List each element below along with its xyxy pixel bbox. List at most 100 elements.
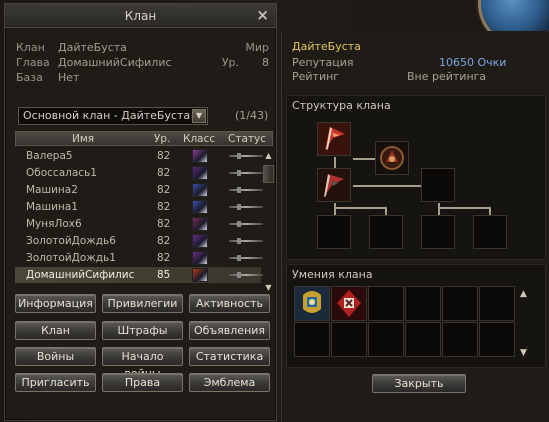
status-icon xyxy=(229,272,263,278)
skill-slot[interactable] xyxy=(368,322,404,357)
rights-button[interactable]: Права xyxy=(102,373,183,392)
base-label: База xyxy=(16,71,43,84)
royal-guard-slot-1[interactable] xyxy=(317,168,351,202)
table-row[interactable]: Машина2 82 xyxy=(15,182,263,198)
member-name: Машина2 xyxy=(26,184,78,196)
leader-label: Глава xyxy=(16,56,50,69)
member-level: 82 xyxy=(157,184,171,196)
fines-button[interactable]: Штрафы xyxy=(102,321,183,340)
member-scrollbar[interactable]: ▲ ▼ xyxy=(263,147,274,293)
clan-detail-panel: ДайтеБуста Репутация 10650 Очки Рейтинг … xyxy=(281,31,549,422)
member-name: Обоссалась1 xyxy=(26,167,97,179)
status-icon xyxy=(229,187,263,193)
announcements-button[interactable]: Объявления xyxy=(189,321,270,340)
skill-slot[interactable] xyxy=(442,322,478,357)
table-row[interactable]: МуняЛох6 82 xyxy=(15,216,263,232)
emblem-button[interactable]: Эмблема xyxy=(189,373,270,392)
member-name: ДомашнийСифилис xyxy=(26,269,135,281)
status-icon xyxy=(229,204,263,210)
clan-flag-icon xyxy=(318,123,350,155)
skill-slot[interactable] xyxy=(405,322,441,357)
structure-connector xyxy=(353,158,375,160)
structure-connector xyxy=(334,203,336,215)
academy-slot[interactable] xyxy=(375,141,409,175)
member-level: 82 xyxy=(157,252,171,264)
structure-connector xyxy=(334,157,336,168)
status-icon xyxy=(229,255,263,261)
column-class[interactable]: Класс xyxy=(183,133,215,145)
skill-slot[interactable] xyxy=(479,286,515,321)
table-row[interactable]: ДомашнийСифилис 85 xyxy=(15,267,263,283)
title-bar[interactable]: Клан × xyxy=(5,4,276,28)
knight-slot-4[interactable] xyxy=(473,215,507,249)
status-icon xyxy=(229,238,263,244)
skills-scroll-up-icon[interactable]: ▲ xyxy=(520,289,527,299)
reputation-label: Репутация xyxy=(292,56,354,69)
class-icon xyxy=(192,149,208,163)
skills-scroll-down-icon[interactable]: ▼ xyxy=(520,348,527,358)
skill-slot[interactable] xyxy=(331,322,367,357)
status-icon xyxy=(229,153,263,159)
skill-slot[interactable] xyxy=(479,322,515,357)
subclan-select[interactable]: Основной клан - ДайтеБуста ▼ xyxy=(18,107,208,125)
member-table-body: Валера5 82 Обоссалась1 82 Машина2 82 Машина1 82… xyxy=(15,147,263,293)
activity-button[interactable]: Активность xyxy=(189,294,270,313)
clan-structure-section: Структура клана xyxy=(286,95,546,260)
start-war-button[interactable]: Начало войны xyxy=(102,347,183,380)
royal-guard-slot-2[interactable] xyxy=(421,168,455,202)
skill-slot[interactable] xyxy=(442,286,478,321)
member-name: Машина1 xyxy=(26,201,78,213)
skill-slot[interactable] xyxy=(294,322,330,357)
wars-button[interactable]: Войны xyxy=(15,347,96,366)
knight-slot-2[interactable] xyxy=(369,215,403,249)
base-value: Нет xyxy=(58,71,80,84)
table-row[interactable]: ЗолотойДождь1 82 xyxy=(15,250,263,266)
scroll-thumb[interactable] xyxy=(263,165,274,183)
class-icon xyxy=(192,251,208,265)
privileges-button[interactable]: Привилегии xyxy=(102,294,183,313)
member-name: Валера5 xyxy=(26,150,73,162)
column-status[interactable]: Статус xyxy=(228,133,266,145)
clan-value: ДайтеБуста xyxy=(58,41,127,54)
structure-connector xyxy=(438,203,440,215)
world-label: Мир xyxy=(245,41,269,54)
skill-slot[interactable] xyxy=(294,286,330,321)
main-clan-slot[interactable] xyxy=(317,122,351,156)
member-level: 82 xyxy=(157,167,171,179)
structure-connector xyxy=(353,185,421,187)
table-row[interactable]: Обоссалась1 82 xyxy=(15,165,263,181)
clan-label: Клан xyxy=(16,41,45,54)
close-button[interactable]: Закрыть xyxy=(372,374,466,393)
close-icon[interactable]: × xyxy=(256,6,269,24)
skill-slot[interactable] xyxy=(368,286,404,321)
chevron-down-icon[interactable]: ▼ xyxy=(192,109,206,123)
member-count: (1/43) xyxy=(235,109,269,122)
class-icon xyxy=(192,183,208,197)
knight-slot-1[interactable] xyxy=(317,215,351,249)
member-level: 82 xyxy=(157,201,171,213)
clan-skill-icon xyxy=(295,287,329,320)
guard-flag-icon xyxy=(318,169,350,201)
class-icon xyxy=(192,217,208,231)
level-value: 8 xyxy=(262,56,269,69)
reputation-value: 10650 Очки xyxy=(439,56,507,69)
table-row[interactable]: Машина1 82 xyxy=(15,199,263,215)
clan-button[interactable]: Клан xyxy=(15,321,96,340)
info-button[interactable]: Информация xyxy=(15,294,96,313)
invite-button[interactable]: Пригласить xyxy=(15,373,96,392)
member-level: 82 xyxy=(157,218,171,230)
column-level[interactable]: Ур. xyxy=(154,133,170,145)
scroll-down-icon[interactable]: ▼ xyxy=(263,283,274,293)
class-icon xyxy=(192,234,208,248)
table-row[interactable]: ЗолотойДождь6 82 xyxy=(15,233,263,249)
table-row[interactable]: Валера5 82 xyxy=(15,148,263,164)
scroll-up-icon[interactable]: ▲ xyxy=(263,151,274,161)
structure-connector xyxy=(334,207,386,209)
level-label: Ур. xyxy=(221,56,239,69)
knight-slot-3[interactable] xyxy=(421,215,455,249)
skill-slot[interactable] xyxy=(405,286,441,321)
statistics-button[interactable]: Статистика xyxy=(189,347,270,366)
class-icon xyxy=(192,268,208,282)
column-name[interactable]: Имя xyxy=(72,133,94,145)
skill-slot[interactable] xyxy=(331,286,367,321)
